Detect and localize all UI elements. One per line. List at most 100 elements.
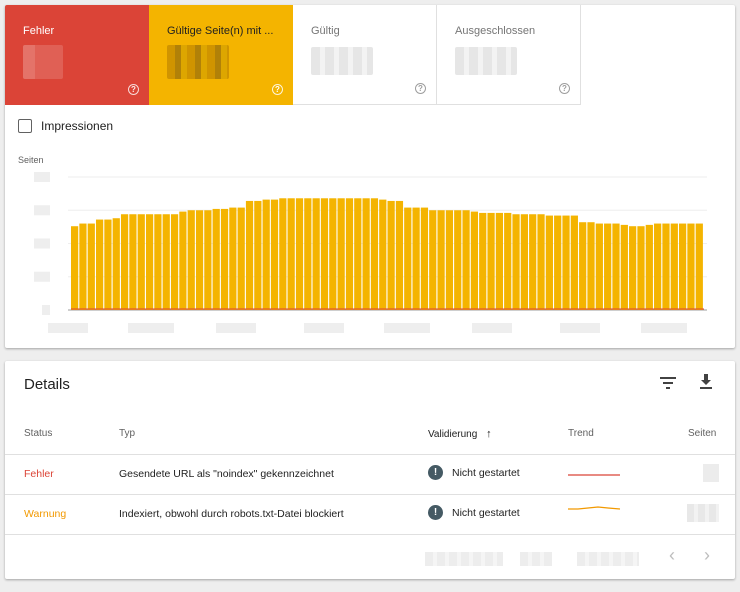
error-summary-tile[interactable]: Fehler ? [5,5,149,105]
x-tick-label-redacted [472,323,512,333]
x-tick-label-redacted [216,323,256,333]
chart-bar [412,207,420,310]
chart-bar [204,210,212,310]
row-pages-redacted [687,504,719,522]
y-tick-label-redacted [34,238,50,249]
chart-bar [445,210,454,310]
chart-bar [320,198,329,310]
warning-summary-tile[interactable]: Gültige Seite(n) mit ... ? [149,5,293,105]
warning-count-redacted [167,45,229,79]
chart-bar [645,224,653,310]
chart-bar [79,223,87,310]
chart-bar [687,223,695,310]
chart-bars [71,198,704,310]
chart-bar [679,223,687,310]
chart-bar [520,214,528,310]
details-card: Details Status Typ Validierung ↑ Trend S… [5,361,735,579]
chart-bar [112,218,120,310]
x-tick-label-redacted [304,323,344,333]
help-icon[interactable]: ? [128,84,139,95]
help-icon[interactable]: ? [559,83,570,94]
chart-bar [587,222,595,310]
x-tick-label-redacted [560,323,600,333]
chart-bar [237,207,245,310]
chart-bar [454,210,462,310]
coverage-bar-chart: Seiten [18,155,707,333]
details-title: Details [24,376,70,393]
row-validation-label: Nicht gestartet [452,506,520,519]
help-icon[interactable]: ? [415,83,426,94]
column-header-status[interactable]: Status [24,428,52,439]
chart-bar [270,199,279,310]
error-tile-label: Fehler [23,25,55,37]
x-tick-label-redacted [48,323,88,333]
chart-bar [195,210,204,310]
chart-bar [154,214,162,310]
filter-icon[interactable] [659,375,677,391]
chart-bar [654,223,662,310]
chart-bar [670,223,678,310]
chart-bar [612,223,620,310]
column-header-trend[interactable]: Trend [568,428,594,439]
chart-bar [354,198,362,310]
chart-bar [187,210,195,310]
chart-y-axis-label: Seiten [18,155,44,165]
chart-bar [562,215,570,310]
row-validation: ! Nicht gestartet [428,465,520,480]
row-validation-label: Nicht gestartet [452,466,520,479]
chart-bar [212,208,220,310]
row-trend-sparkline [568,506,621,510]
chart-x-ticks-redacted [48,323,687,333]
chart-bar [87,223,95,310]
chart-bar [245,200,254,310]
chart-bar [545,215,553,310]
chart-bar [304,198,312,310]
chart-bar [579,222,587,310]
table-pagination: ‹ › [5,534,735,579]
row-pages-redacted [703,464,719,482]
chart-bar [629,226,637,310]
chart-bar [370,198,379,310]
chart-bar [537,214,545,310]
impressions-toggle[interactable]: Impressionen [18,119,113,133]
excluded-summary-tile[interactable]: Ausgeschlossen ? [437,5,581,105]
valid-summary-tile[interactable]: Gültig ? [293,5,437,105]
chart-bar [462,210,470,310]
y-tick-label-redacted [34,172,50,182]
column-header-pages[interactable]: Seiten [688,428,716,439]
previous-page-button[interactable]: ‹ [669,545,675,566]
x-tick-label-redacted [641,323,687,333]
chart-bar [295,198,304,310]
valid-tile-label: Gültig [311,25,340,37]
chart-y-ticks-redacted [34,172,50,315]
chart-bar [129,214,137,310]
rows-count-redacted [520,552,552,566]
row-status: Fehler [24,468,54,480]
help-icon[interactable]: ? [272,84,283,95]
table-row[interactable]: Fehler Gesendete URL als "noindex" geken… [5,454,735,494]
page-range-redacted [577,552,639,566]
table-row[interactable]: Warnung Indexiert, obwohl durch robots.t… [5,494,735,534]
column-header-validation-label: Validierung [428,429,478,440]
chart-bar [229,207,237,310]
column-header-validation[interactable]: Validierung ↑ [428,428,492,440]
chart-bar [337,198,345,310]
download-icon[interactable] [697,373,715,391]
row-type: Indexiert, obwohl durch robots.txt-Datei… [119,508,344,520]
chart-bar [504,212,512,310]
column-header-type[interactable]: Typ [119,428,135,439]
valid-count-redacted [311,47,373,75]
chart-bar [479,212,487,310]
chart-bar [95,219,104,310]
chart-bar [554,215,562,310]
chart-bar [362,198,370,310]
rows-per-page-redacted [425,552,503,566]
chart-bar [162,214,170,310]
chart-bar [570,215,578,310]
chart-bar [487,212,495,310]
impressions-checkbox[interactable] [18,119,32,133]
excluded-tile-label: Ausgeschlossen [455,25,536,37]
y-tick-label-redacted [42,305,50,315]
next-page-button[interactable]: › [704,545,710,566]
chart-bar [470,211,479,310]
